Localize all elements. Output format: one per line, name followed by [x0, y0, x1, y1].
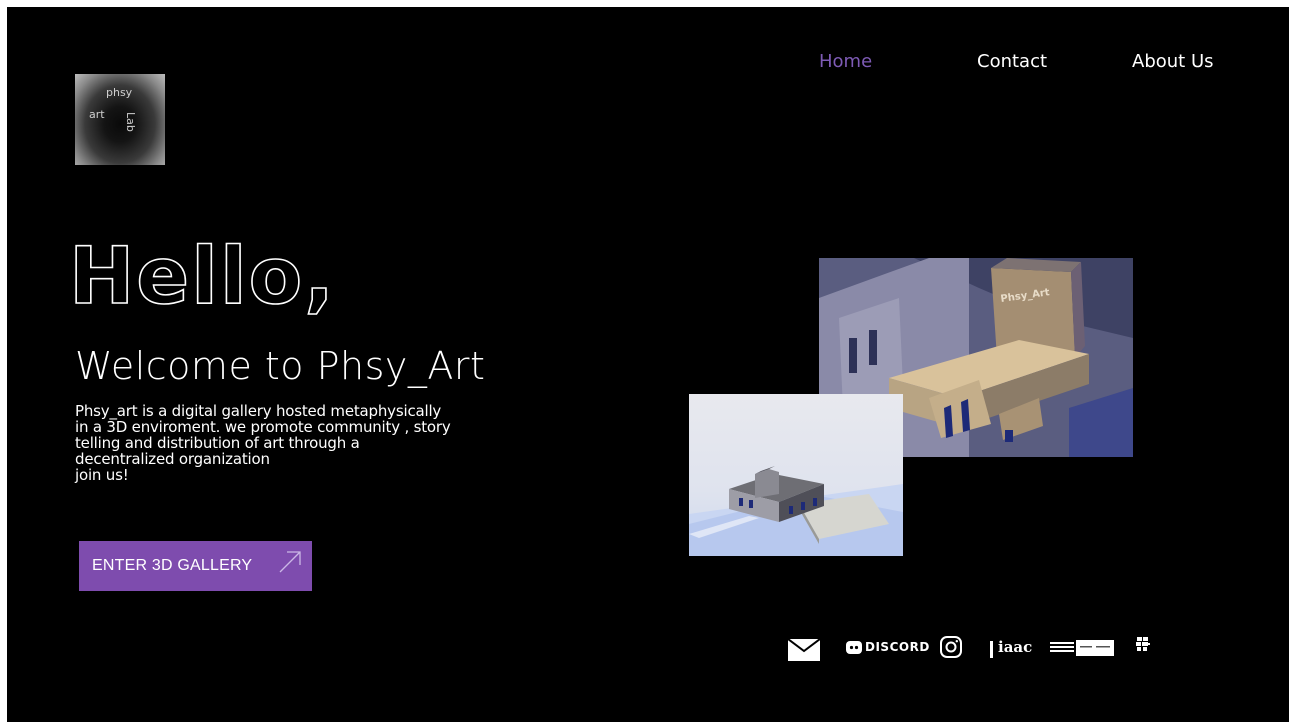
hero-description: Phsy_art is a digital gallery hosted met…: [75, 402, 451, 484]
discord-label: DISCORD: [865, 640, 930, 654]
grid-icon[interactable]: [1135, 636, 1151, 652]
discord-icon[interactable]: DISCORD: [845, 636, 929, 660]
nav-home-link[interactable]: Home: [819, 51, 872, 72]
arrow-up-right-icon: [279, 551, 301, 573]
landing-page: phsy art Lab Home Contact About Us Hello…: [7, 7, 1289, 722]
logo-word-lab: Lab: [124, 112, 137, 132]
nav-contact-link[interactable]: Contact: [977, 51, 1047, 72]
gallery-render-overview-art: [689, 466, 903, 556]
enter-gallery-label: ENTER 3D GALLERY: [92, 557, 253, 574]
nav-about-us-link[interactable]: About Us: [1132, 51, 1214, 72]
top-nav: Home Contact About Us: [7, 51, 1289, 75]
enter-3d-gallery-button[interactable]: ENTER 3D GALLERY: [79, 541, 312, 591]
iaac-logo-icon[interactable]: iaac: [990, 638, 1116, 658]
instagram-icon[interactable]: [939, 635, 963, 659]
iaac-logo-graphic: iaac: [990, 638, 1114, 658]
phsy-art-lab-logo[interactable]: phsy art Lab: [75, 74, 165, 165]
iaac-wordmark: iaac: [998, 638, 1032, 656]
svg-text:Hello,: Hello,: [69, 232, 336, 322]
mail-icon[interactable]: [788, 639, 820, 661]
social-links: DISCORD iaac: [7, 632, 1289, 662]
logo-word-art: art: [89, 108, 105, 121]
hello-heading: Hello,: [68, 231, 336, 323]
logo-word-phsy: phsy: [106, 86, 133, 99]
discord-logo-icon: [846, 641, 862, 654]
welcome-title: Welcome to Phsy_Art: [75, 344, 486, 388]
gallery-render-overview: [689, 394, 903, 556]
